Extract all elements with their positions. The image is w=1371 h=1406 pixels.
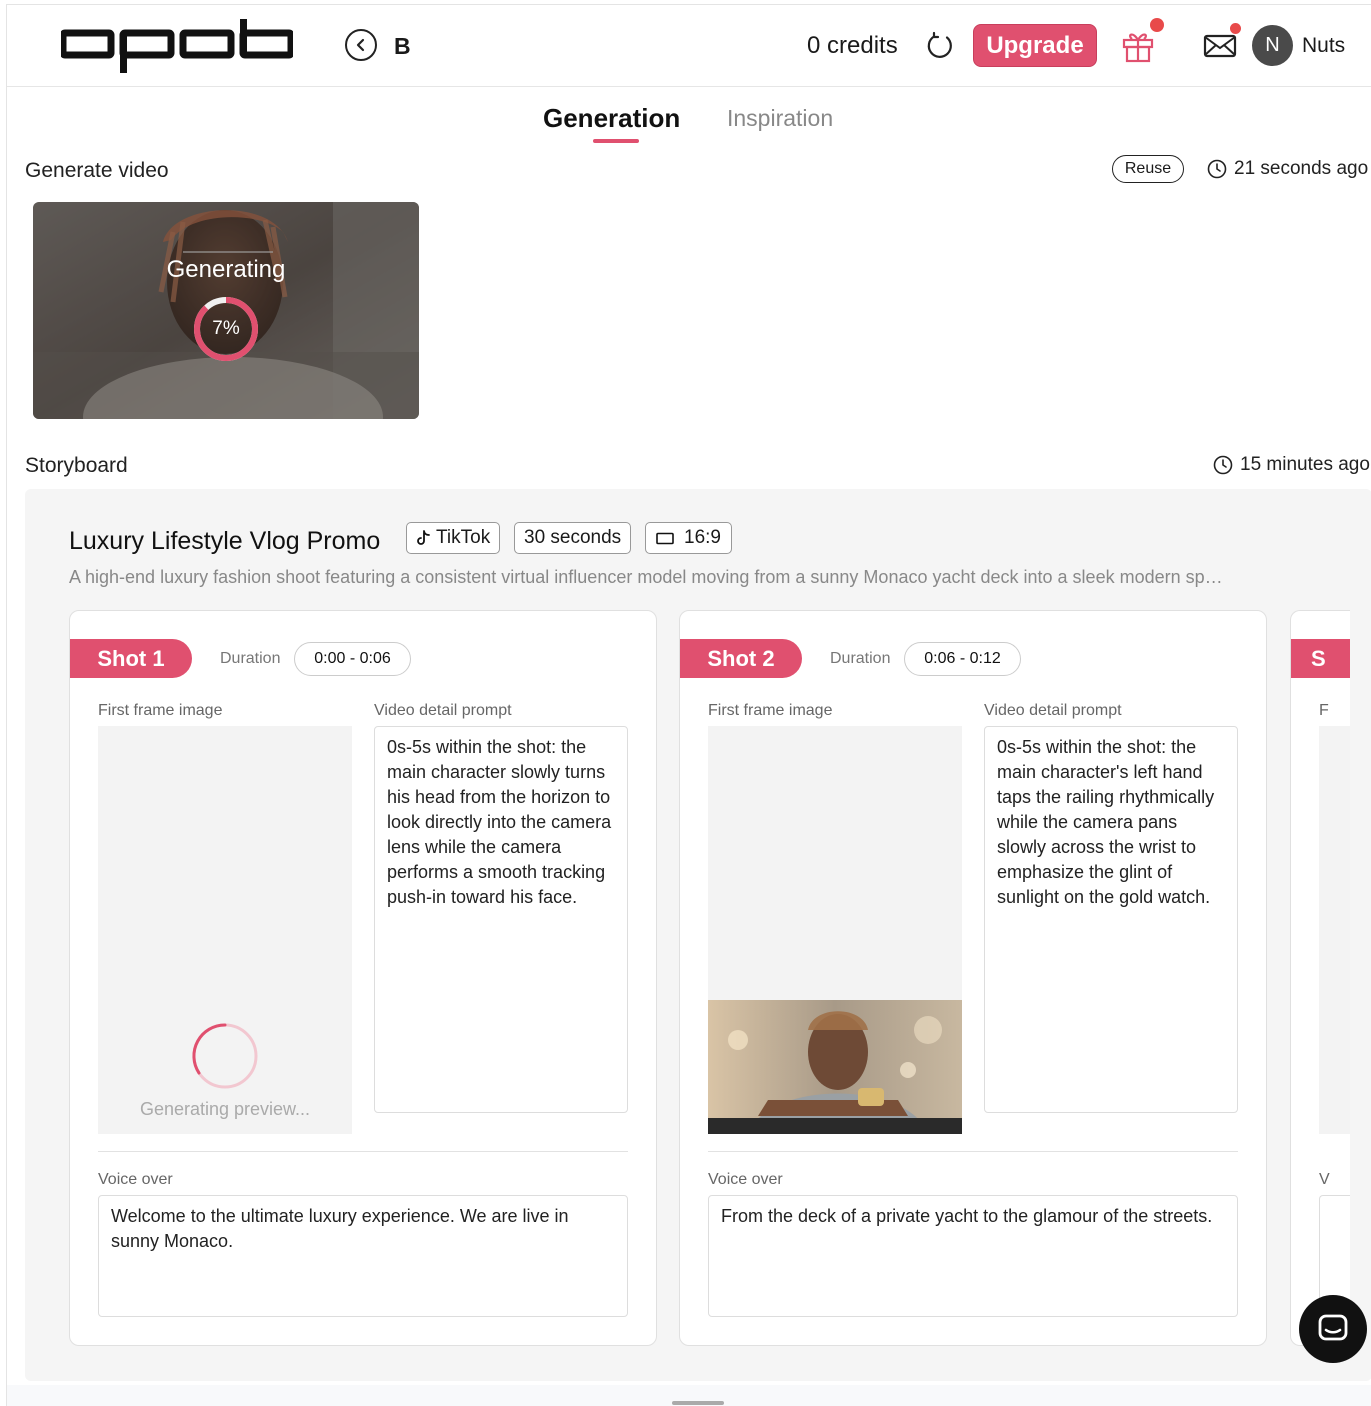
video-prompt-textarea[interactable]: 0s-5s within the shot: the main characte… <box>374 726 628 1113</box>
mail-icon[interactable] <box>1203 33 1237 59</box>
voice-over-textarea[interactable]: Welcome to the ultimate luxury experienc… <box>98 1195 628 1317</box>
first-frame-image[interactable] <box>1319 726 1350 1134</box>
first-frame-label: F <box>1319 702 1329 719</box>
length-chip[interactable]: 30 seconds <box>514 522 632 554</box>
project-title: Luxury Lifestyle Vlog Promo <box>69 527 381 555</box>
shot-card-2: Shot 2 Duration 0:06 - 0:12 First frame … <box>679 610 1267 1346</box>
avatar[interactable]: N <box>1252 25 1293 66</box>
gift-icon[interactable] <box>1121 27 1155 63</box>
duration-range[interactable]: 0:06 - 0:12 <box>904 642 1021 676</box>
generate-video-title: Generate video <box>25 159 169 182</box>
generating-status: Generating <box>166 256 286 283</box>
length-label: 30 seconds <box>524 527 622 548</box>
prompt-label: Video detail prompt <box>984 702 1122 719</box>
generating-preview-text: Generating preview... <box>139 1099 311 1119</box>
storyboard-panel: Luxury Lifestyle Vlog Promo TikTok 30 se… <box>25 489 1371 1381</box>
project-description: A high-end luxury fashion shoot featurin… <box>69 567 1223 587</box>
tab-inspiration[interactable]: Inspiration <box>727 105 833 132</box>
first-frame-image[interactable] <box>708 726 962 1134</box>
credits-count: 0 credits <box>807 32 898 59</box>
first-frame-image[interactable]: Generating preview... <box>98 726 352 1134</box>
reuse-button[interactable]: Reuse <box>1112 155 1184 183</box>
platform-label: TikTok <box>436 527 491 548</box>
ratio-chip[interactable]: 16:9 <box>645 522 732 554</box>
first-frame-label: First frame image <box>708 702 833 719</box>
chevron-left-circle-icon[interactable] <box>345 29 377 61</box>
loading-spinner-icon <box>192 1023 258 1089</box>
first-frame-thumbnail <box>708 1000 962 1134</box>
apob-logo[interactable] <box>61 19 293 75</box>
shot-badge: Shot 2 <box>680 639 802 678</box>
shot-card-1: Shot 1 Duration 0:00 - 0:06 First frame … <box>69 610 657 1346</box>
app-frame: B 0 credits Upgrade N Nuts Generation In… <box>6 4 1371 1406</box>
duration-label: Duration <box>830 650 891 667</box>
tab-generation[interactable]: Generation <box>543 103 680 134</box>
shot-card-3: S F V <box>1290 610 1350 1346</box>
clock-icon <box>1207 159 1227 179</box>
voice-over-label: Voice over <box>708 1171 783 1188</box>
tiktok-icon <box>417 530 430 545</box>
mail-notification-dot <box>1230 23 1241 34</box>
refresh-icon[interactable] <box>925 31 955 61</box>
voice-over-label: Voice over <box>98 1171 173 1188</box>
divider <box>708 1151 1238 1152</box>
voice-over-label: V <box>1319 1171 1330 1188</box>
generate-time-text: 21 seconds ago <box>1234 158 1369 179</box>
chat-button[interactable] <box>1299 1295 1367 1363</box>
top-bar: B 0 credits Upgrade N Nuts <box>7 5 1371 87</box>
upgrade-button[interactable]: Upgrade <box>973 24 1097 67</box>
progress-percent: 7% <box>212 318 240 339</box>
chat-icon <box>1318 1314 1348 1341</box>
generate-timestamp: 21 seconds ago <box>1207 158 1368 180</box>
active-tab-indicator <box>593 139 639 143</box>
generating-video-card[interactable]: Generating 7% <box>33 202 419 419</box>
storyboard-title: Storyboard <box>25 454 128 477</box>
resize-handle[interactable] <box>672 1401 724 1405</box>
duration-label: Duration <box>220 650 281 667</box>
user-name[interactable]: Nuts <box>1302 34 1345 58</box>
project-name[interactable]: B <box>394 33 411 60</box>
shot-badge: Shot 1 <box>70 639 192 678</box>
aspect-ratio-icon <box>656 532 674 544</box>
voice-over-textarea[interactable]: From the deck of a private yacht to the … <box>708 1195 1238 1317</box>
gift-notification-dot <box>1150 18 1164 32</box>
clock-icon <box>1213 455 1233 475</box>
shot-badge: S <box>1291 639 1350 678</box>
storyboard-timestamp: 15 minutes ago <box>1213 454 1370 476</box>
first-frame-label: First frame image <box>98 702 223 719</box>
video-prompt-textarea[interactable]: 0s-5s within the shot: the main characte… <box>984 726 1238 1113</box>
prompt-label: Video detail prompt <box>374 702 512 719</box>
storyboard-time-text: 15 minutes ago <box>1240 454 1370 475</box>
ratio-label: 16:9 <box>684 527 721 548</box>
duration-range[interactable]: 0:00 - 0:06 <box>294 642 411 676</box>
platform-chip[interactable]: TikTok <box>406 522 501 554</box>
divider <box>98 1151 628 1152</box>
